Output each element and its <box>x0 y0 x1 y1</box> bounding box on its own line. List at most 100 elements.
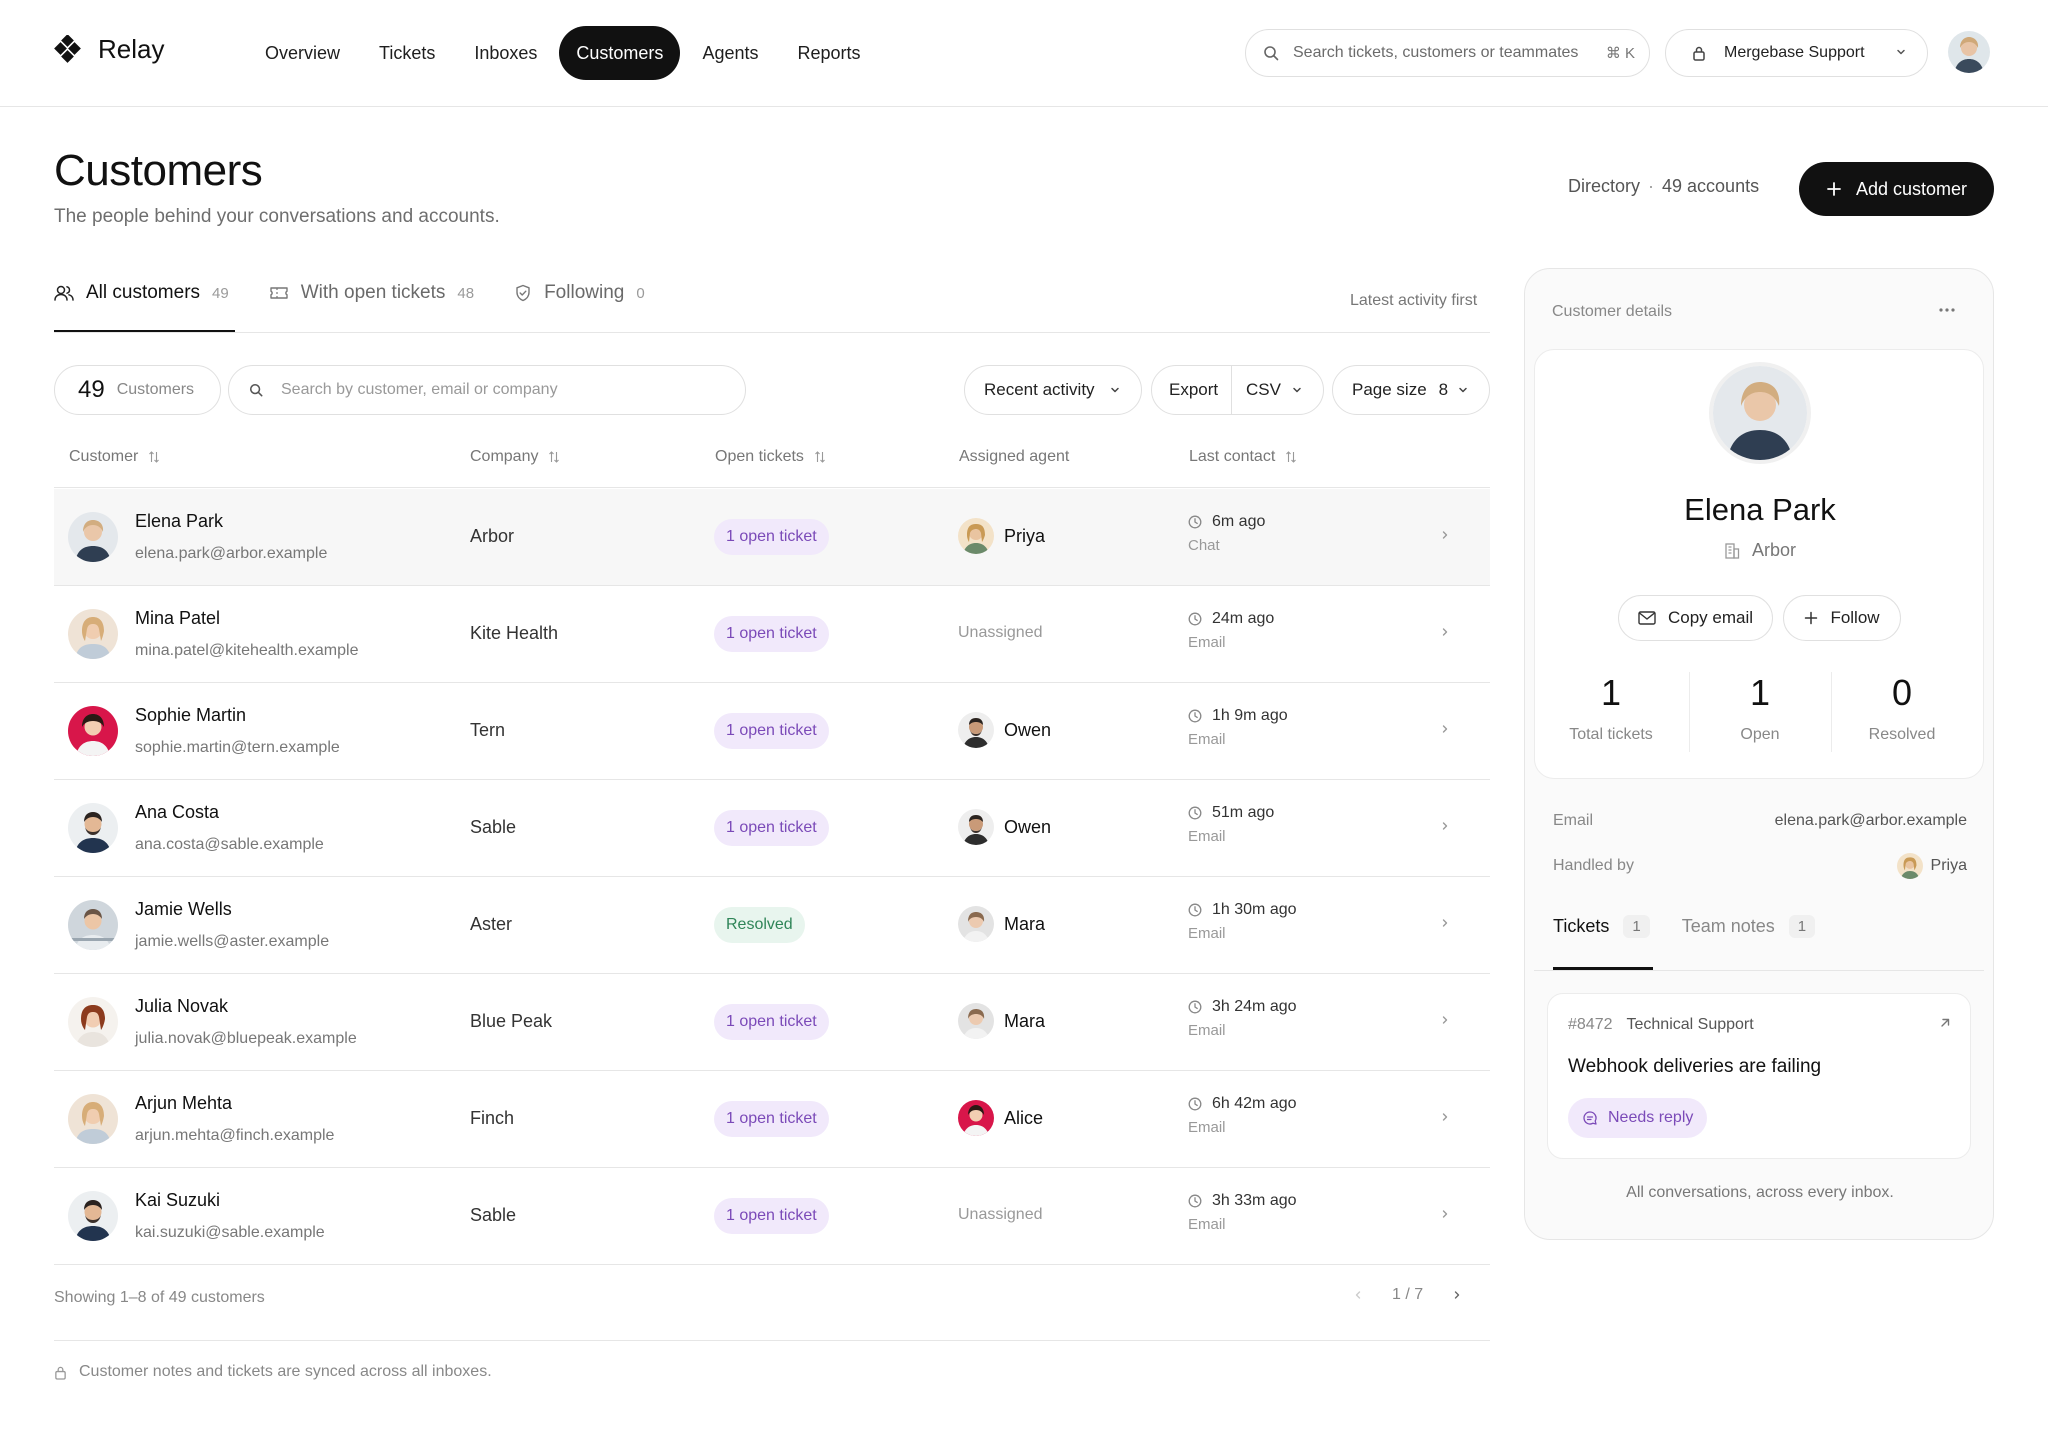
tab-team-notes[interactable]: Team notes 1 <box>1682 915 1816 938</box>
chevron-right-icon[interactable] <box>1439 1208 1451 1220</box>
nav-inboxes[interactable]: Inboxes <box>457 26 554 80</box>
column-open-tickets[interactable]: Open tickets <box>715 448 826 466</box>
chevron-right-icon[interactable] <box>1439 917 1451 929</box>
app-name: Relay <box>98 34 165 64</box>
clock-icon <box>1188 1194 1202 1208</box>
page-subtitle: The people behind your conversations and… <box>54 206 500 227</box>
panel-title: Customer details <box>1552 303 1673 320</box>
table-row[interactable]: Jamie Wells jamie.wells@aster.example As… <box>54 877 1490 974</box>
nav-customers[interactable]: Customers <box>559 26 681 80</box>
ticket-card[interactable]: #8472 Technical Support Webhook deliveri… <box>1547 993 1971 1159</box>
user-avatar[interactable] <box>1948 31 1990 73</box>
external-link-icon[interactable] <box>1938 1016 1952 1030</box>
chat-bubble-icon <box>1582 1110 1598 1126</box>
panel-tabs: Tickets 1 Team notes 1 <box>1553 915 1816 938</box>
last-contact-channel: Email <box>1188 1022 1226 1039</box>
page-size-dropdown[interactable]: Page size 8 <box>1332 365 1490 415</box>
customer-company: Sable <box>470 817 517 837</box>
customer-avatar <box>68 706 118 756</box>
tab-tickets[interactable]: Tickets 1 <box>1553 915 1650 938</box>
export-control[interactable]: Export CSV <box>1151 365 1324 415</box>
chevron-left-icon[interactable] <box>1352 1289 1364 1301</box>
workspace-switcher[interactable]: Mergebase Support <box>1665 29 1928 77</box>
tab-count: 49 <box>212 284 229 302</box>
nav-overview[interactable]: Overview <box>248 26 357 80</box>
agent-name: Priya <box>1930 857 1967 874</box>
customer-email: sophie.martin@tern.example <box>135 739 340 756</box>
add-customer-button[interactable]: Add customer <box>1799 162 1994 216</box>
column-company[interactable]: Company <box>470 448 560 466</box>
footer-divider <box>54 1340 1490 1341</box>
stat-label: Open <box>1740 726 1780 743</box>
chevron-right-icon[interactable] <box>1439 723 1451 735</box>
table-row[interactable]: Kai Suzuki kai.suzuki@sable.example Sabl… <box>54 1168 1490 1265</box>
panel-footer: All conversations, across every inbox. <box>1626 1184 1894 1201</box>
column-label: Customer <box>69 448 139 465</box>
table-row[interactable]: Julia Novak julia.novak@bluepeak.example… <box>54 974 1490 1071</box>
mail-icon <box>1638 611 1656 625</box>
copy-email-button[interactable]: Copy email <box>1618 595 1773 641</box>
table-row[interactable]: Arjun Mehta arjun.mehta@finch.example Fi… <box>54 1071 1490 1168</box>
customer-email: elena.park@arbor.example <box>135 545 328 562</box>
tab-all-customers[interactable]: All customers 49 <box>54 276 229 310</box>
nav-reports[interactable]: Reports <box>780 26 877 80</box>
tab-count: 1 <box>1623 915 1650 938</box>
status-badge: 1 open ticket <box>714 1198 829 1234</box>
last-contact: 1h 30m ago Email <box>1188 901 1297 942</box>
sync-footnote: Customer notes and tickets are synced ac… <box>54 1363 492 1381</box>
nav-agents[interactable]: Agents <box>685 26 775 80</box>
customer-search-input[interactable]: Search by customer, email or company <box>228 365 746 415</box>
page-indicator: 1 / 7 <box>1392 1286 1424 1303</box>
last-contact-time: 51m ago <box>1212 804 1275 821</box>
export-format[interactable]: CSV <box>1246 380 1281 400</box>
chevron-down-icon <box>1109 384 1121 396</box>
directory-label: Directory <box>1568 176 1641 196</box>
more-icon[interactable] <box>1936 299 1958 321</box>
chevron-right-icon[interactable] <box>1439 1111 1451 1123</box>
nav-tickets[interactable]: Tickets <box>362 26 452 80</box>
sort-dropdown[interactable]: Recent activity <box>964 365 1142 415</box>
customer-avatar <box>68 1094 118 1144</box>
table-row[interactable]: Elena Park elena.park@arbor.example Arbo… <box>54 489 1490 586</box>
ticket-meta: #8472 Technical Support <box>1568 1016 1754 1034</box>
follow-button[interactable]: Follow <box>1783 595 1901 641</box>
column-last-contact[interactable]: Last contact <box>1189 448 1297 466</box>
chevron-right-icon[interactable] <box>1439 529 1451 541</box>
customer-name: Julia Novak <box>135 996 229 1016</box>
table-row[interactable]: Mina Patel mina.patel@kitehealth.example… <box>54 586 1490 683</box>
status-badge: 1 open ticket <box>714 810 829 846</box>
tab-open-tickets[interactable]: With open tickets 48 <box>269 276 474 310</box>
table-row[interactable]: Ana Costa ana.costa@sable.example Sable … <box>54 780 1490 877</box>
plus-icon <box>1826 181 1842 197</box>
customer-company: Aster <box>470 914 513 934</box>
handled-by-label: Handled by <box>1553 857 1634 874</box>
workspace-name: Mergebase Support <box>1724 44 1865 61</box>
clock-icon <box>1188 806 1202 820</box>
tab-label: Tickets <box>1553 916 1610 936</box>
chevron-right-icon[interactable] <box>1451 1289 1463 1301</box>
last-contact: 3h 33m ago Email <box>1188 1192 1297 1233</box>
tab-following[interactable]: Following 0 <box>514 276 645 310</box>
tab-label: Following <box>544 282 625 303</box>
stat-open: 1 Open <box>1689 672 1831 744</box>
table-row[interactable]: Sophie Martin sophie.martin@tern.example… <box>54 683 1490 780</box>
table-header: Customer Company Open tickets Assigned a… <box>54 436 1490 488</box>
sort-icon <box>548 451 560 463</box>
email-value[interactable]: elena.park@arbor.example <box>1775 812 1967 830</box>
handled-by-value: Priya <box>1896 853 1967 879</box>
ticket-icon <box>269 285 289 301</box>
global-search-input[interactable]: Search tickets, customers or teammates ⌘… <box>1245 29 1650 77</box>
chevron-right-icon[interactable] <box>1439 1014 1451 1026</box>
agent-avatar <box>958 1003 994 1039</box>
customer-company: Blue Peak <box>470 1011 553 1031</box>
chevron-right-icon[interactable] <box>1439 626 1451 638</box>
last-contact-time: 1h 30m ago <box>1212 901 1297 918</box>
export-divider <box>1231 366 1232 414</box>
customer-count-pill: 49 Customers <box>54 365 221 415</box>
chevron-right-icon[interactable] <box>1439 820 1451 832</box>
export-button[interactable]: Export <box>1169 380 1218 400</box>
column-customer[interactable]: Customer <box>69 448 160 466</box>
column-label: Last contact <box>1189 448 1276 465</box>
last-contact: 1h 9m ago Email <box>1188 707 1288 748</box>
brand[interactable]: Relay <box>54 34 164 65</box>
